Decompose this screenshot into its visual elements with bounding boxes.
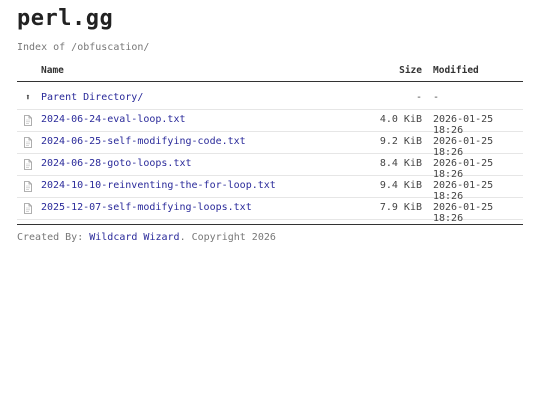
parent-size: - bbox=[415, 92, 422, 103]
size-column-header[interactable]: Size bbox=[399, 65, 422, 76]
up-arrow-icon: ⬆ bbox=[25, 93, 31, 103]
name-column-header[interactable]: Name bbox=[41, 65, 64, 76]
file-size: 4.0 KiB bbox=[379, 114, 422, 125]
site-title: perl.gg bbox=[17, 6, 114, 31]
file-link[interactable]: 2024-06-24-eval-loop.txt bbox=[41, 114, 186, 125]
file-icon bbox=[23, 181, 33, 192]
file-link[interactable]: 2024-06-28-goto-loops.txt bbox=[41, 158, 192, 169]
file-row[interactable]: 2025-12-07-self-modifying-loops.txt 7.9 … bbox=[17, 198, 523, 224]
footer-prefix: Created By: bbox=[17, 232, 90, 243]
file-link[interactable]: 2024-10-10-reinventing-the-for-loop.txt bbox=[41, 180, 276, 191]
author-link[interactable]: Wildcard Wizard bbox=[89, 232, 179, 243]
file-link[interactable]: 2024-06-25-self-modifying-code.txt bbox=[41, 136, 246, 147]
parent-directory-row[interactable]: ⬆ Parent Directory/ - - bbox=[17, 88, 523, 110]
modified-column-header[interactable]: Modified bbox=[433, 65, 479, 76]
table-header: Name Size Modified bbox=[17, 64, 523, 82]
file-row[interactable]: 2024-06-24-eval-loop.txt 4.0 KiB 2026-01… bbox=[17, 110, 523, 136]
file-modified: 2026-01-25 18:26 bbox=[433, 202, 494, 224]
file-row[interactable]: 2024-06-25-self-modifying-code.txt 9.2 K… bbox=[17, 132, 523, 158]
footer: Created By: Wildcard Wizard. Copyright 2… bbox=[17, 232, 276, 243]
footer-copyright: . Copyright 2026 bbox=[179, 232, 276, 243]
file-size: 8.4 KiB bbox=[379, 158, 422, 169]
index-path: Index of /obfuscation/ bbox=[17, 42, 150, 53]
file-icon bbox=[23, 203, 33, 214]
footer-divider bbox=[17, 224, 523, 225]
parent-directory-link[interactable]: Parent Directory/ bbox=[41, 92, 143, 103]
file-icon bbox=[23, 159, 33, 170]
file-row[interactable]: 2024-10-10-reinventing-the-for-loop.txt … bbox=[17, 176, 523, 202]
file-size: 7.9 KiB bbox=[379, 202, 422, 213]
file-link[interactable]: 2025-12-07-self-modifying-loops.txt bbox=[41, 202, 252, 213]
file-icon bbox=[23, 115, 33, 126]
file-size: 9.2 KiB bbox=[379, 136, 422, 147]
parent-modified: - bbox=[433, 92, 440, 103]
file-size: 9.4 KiB bbox=[379, 180, 422, 191]
file-icon bbox=[23, 137, 33, 148]
file-row[interactable]: 2024-06-28-goto-loops.txt 8.4 KiB 2026-0… bbox=[17, 154, 523, 180]
